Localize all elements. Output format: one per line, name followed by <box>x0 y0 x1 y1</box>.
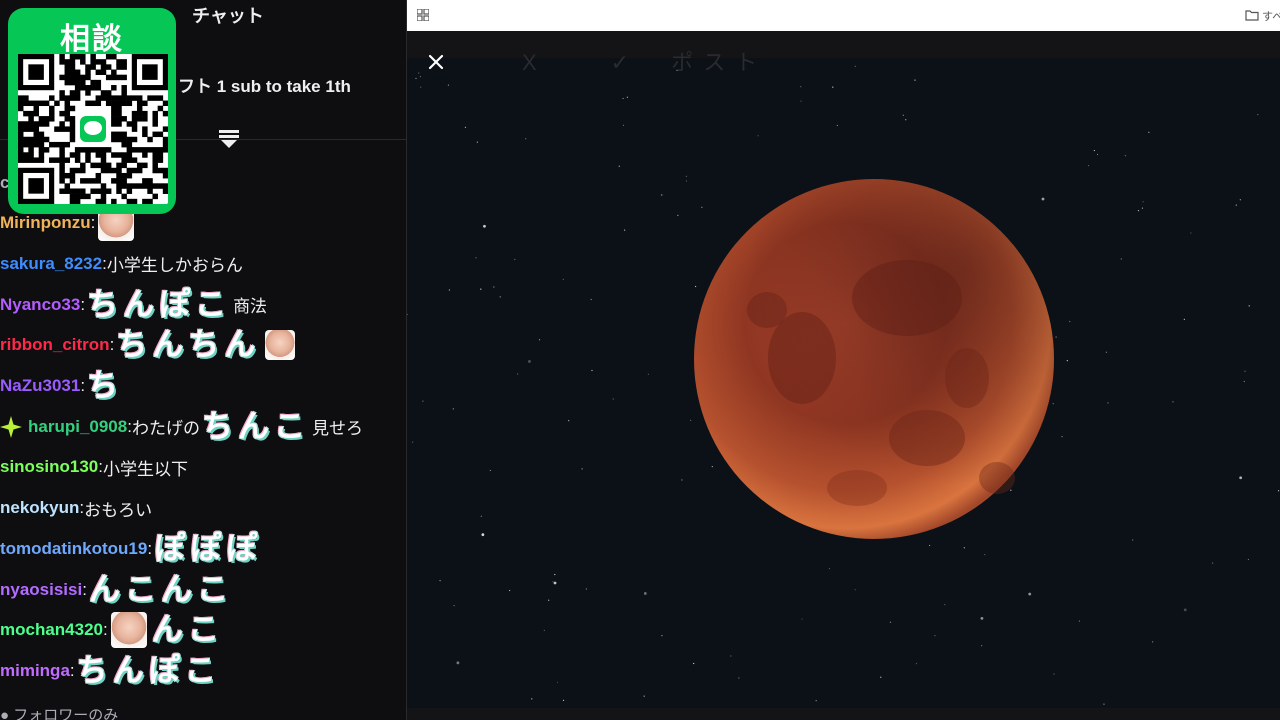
chat-emote[interactable]: ち <box>87 368 123 404</box>
chat-emote[interactable]: んこんこ <box>89 572 233 608</box>
chat-username[interactable]: Mirinponzu <box>0 213 91 233</box>
line-qr-card[interactable]: 相談 <box>8 8 176 214</box>
chat-separator: : <box>80 376 86 395</box>
face-emote-icon[interactable] <box>110 612 147 649</box>
background-ghost-text: X ✓ ポスト <box>522 50 768 75</box>
blood-moon-photo <box>407 58 1280 708</box>
chat-username[interactable]: Nyanco33 <box>0 295 80 315</box>
folder-icon[interactable] <box>1245 9 1259 21</box>
chat-message: sakura_8232: 小学生しかおらん <box>0 243 243 284</box>
chat-message-text: 見せろ <box>311 419 363 439</box>
chat-separator: : <box>109 335 115 355</box>
chat-separator: : <box>82 579 87 599</box>
chat-separator: : <box>147 538 153 558</box>
close-viewer-button[interactable] <box>423 49 449 75</box>
chat-message-text: 小学生以下 <box>103 459 188 479</box>
chat-message: ribbon_citron: ちんちん <box>0 325 298 366</box>
chat-emote[interactable]: ちんちん <box>116 327 260 363</box>
chat-message: nyaosisisi: んこんこ <box>0 569 235 610</box>
chat-separator: : <box>103 620 108 640</box>
qr-code <box>18 54 169 205</box>
chat-separator: : <box>80 294 86 314</box>
chat-title: チャット <box>192 6 264 26</box>
chat-username[interactable]: sinosino130 <box>0 457 98 477</box>
chat-emote[interactable]: ぽぽぽ <box>154 531 262 567</box>
grid-icon[interactable] <box>417 9 429 21</box>
chat-separator: : <box>69 660 75 680</box>
sparkle-badge-icon <box>0 415 22 438</box>
followers-only-label: フォロワーのみ <box>13 707 119 720</box>
chat-username[interactable]: ribbon_citron <box>0 335 110 355</box>
chat-username[interactable]: miminga <box>0 661 70 681</box>
chat-separator: : <box>90 213 96 233</box>
chat-message: NaZu3031: ち <box>0 366 125 407</box>
face-emote-icon[interactable] <box>265 330 296 361</box>
chat-message: tomodatinkotou19: ぽぽぽ <box>0 528 264 569</box>
chat-message: miminga: ちんぽこ <box>0 650 223 691</box>
chat-message-text: おもろい <box>84 500 153 520</box>
chat-emote[interactable]: ちんぽこ <box>87 287 231 323</box>
chat-username[interactable]: mochan4320 <box>0 620 103 640</box>
image-viewer: X ✓ ポスト <box>407 31 1280 720</box>
chat-username[interactable]: sakura_8232 <box>0 254 102 274</box>
qr-title: 相談 <box>60 23 124 56</box>
qr-code-pattern <box>18 54 169 205</box>
lock-icon: ● <box>0 707 14 720</box>
chat-username[interactable]: harupi_0908 <box>28 417 127 437</box>
chat-emote[interactable]: んこ <box>152 612 224 648</box>
chat-message-text: 小学生しかおらん <box>106 256 243 276</box>
chat-message-text: 商法 <box>233 297 268 317</box>
pinned-message[interactable]: フト 1 sub to take 1th <box>178 72 351 97</box>
chat-message: Nyanco33: ちんぽこ 商法 <box>0 284 267 325</box>
chat-message: nekokyun: おもろい <box>0 488 152 529</box>
chat-message-text: わたげの <box>131 419 200 439</box>
followers-only-note: ● フォロワーのみ <box>0 704 118 720</box>
chat-username[interactable]: NaZu3031 <box>0 376 80 396</box>
chat-username[interactable]: nyaosisisi <box>0 580 82 600</box>
chat-message: harupi_0908: わたげの ちんこ 見せろ <box>0 406 363 447</box>
viewer-topbar: すべ <box>407 0 1280 31</box>
chat-username[interactable]: tomodatinkotou19 <box>0 539 147 559</box>
chat-username[interactable]: nekokyun <box>0 498 79 518</box>
chat-emote[interactable]: ちんこ <box>202 409 310 445</box>
chat-message: mochan4320: んこ <box>0 610 226 651</box>
chat-message: sinosino130: 小学生以下 <box>0 447 188 488</box>
chat-emote[interactable]: ちんぽこ <box>77 653 221 689</box>
folder-label[interactable]: すべ <box>1262 8 1280 24</box>
